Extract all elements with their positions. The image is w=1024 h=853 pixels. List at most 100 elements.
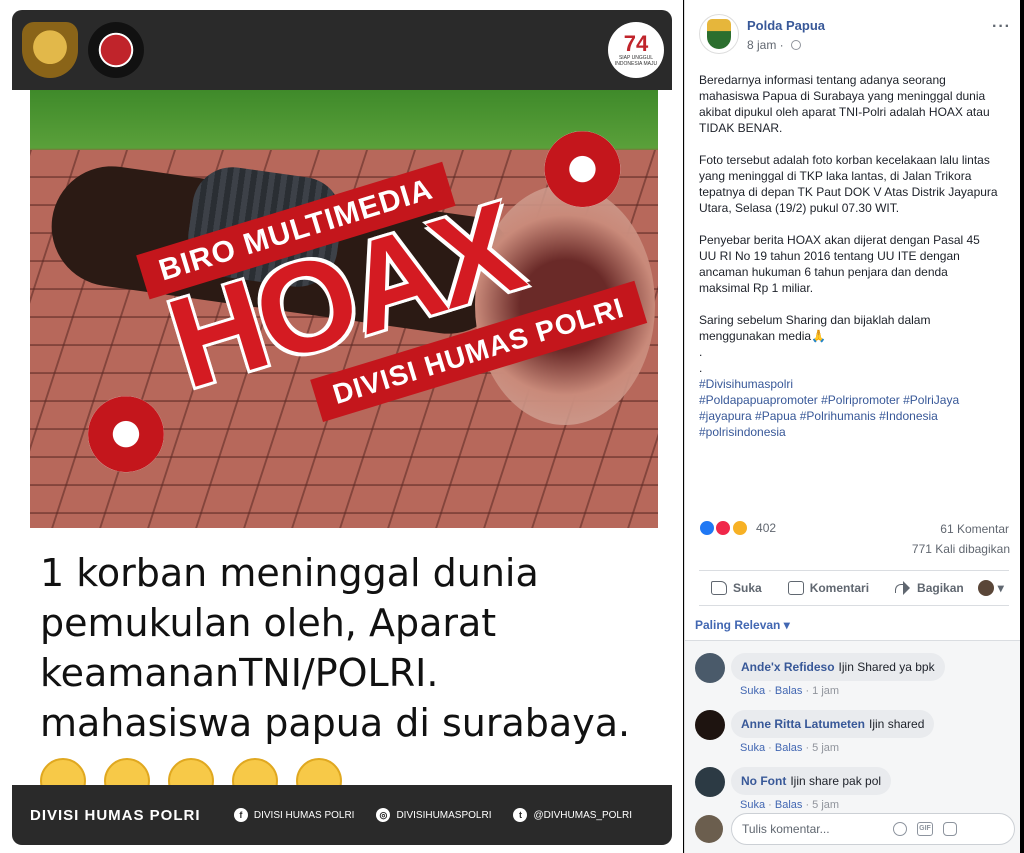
post-action-bar: Suka Komentari Bagikan ▾ — [699, 570, 1009, 606]
chevron-down-icon: ▾ — [783, 618, 790, 632]
comment-bubble: Anne Ritta Latumeten Ijin shared — [731, 710, 935, 738]
speech-bubble-icon — [787, 581, 804, 595]
post-paragraph: Saring sebelum Sharing dan bijaklah dala… — [699, 313, 931, 343]
haha-reaction-icon — [731, 520, 748, 536]
twitter-icon: t — [513, 808, 528, 822]
footer-social-label: DIVISIHUMASPOLRI — [396, 809, 492, 821]
comments-list: Ande'x Refideso Ijin Shared ya bpk Suka ·… — [685, 640, 1024, 853]
footer-social-label: DIVISI HUMAS POLRI — [253, 809, 355, 821]
window-edge — [1020, 0, 1024, 853]
page-avatar[interactable] — [699, 14, 739, 54]
facebook-photo-viewer: 74 SIAP UNGGUL INDONESIA MAJU BIRO MULTI… — [0, 0, 1024, 853]
like-button-label: Suka — [733, 581, 762, 595]
emoji-icon[interactable] — [893, 822, 907, 836]
like-reaction-icon — [699, 520, 715, 536]
caption-line: 1 korban meninggal dunia — [40, 551, 539, 595]
commenter-name[interactable]: Ande'x Refideso — [741, 660, 835, 674]
comment-bubble: No Font Ijin share pak pol — [731, 767, 892, 795]
photo-header-bar: 74 SIAP UNGGUL INDONESIA MAJU — [12, 10, 672, 90]
page-name-link[interactable]: Polda Papua — [747, 18, 825, 33]
love-reaction-icon — [715, 520, 732, 536]
comment-text: Ijin Shared ya bpk — [838, 660, 935, 674]
hashtag-line[interactable]: #jayapura #Papua #Polrihumanis #Indonesi… — [699, 408, 999, 424]
commenter-name[interactable]: No Font — [741, 774, 786, 788]
share-arrow-icon — [895, 581, 911, 595]
footer-brand: DIVISI HUMAS POLRI — [30, 806, 201, 824]
comment-item: Ande'x Refideso Ijin Shared ya bpk Suka ·… — [695, 653, 1015, 703]
footer-social-label: @DIVHUMAS_POLRI — [533, 809, 632, 821]
commenter-avatar[interactable] — [695, 653, 725, 683]
comment-reply-link[interactable]: Balas — [775, 685, 803, 697]
caption-emoji-row — [40, 758, 342, 788]
humas-polri-emblem-icon — [88, 22, 144, 78]
photo-caption: 1 korban meninggal dunia pemukulan oleh,… — [40, 548, 660, 748]
comment-item: Anne Ritta Latumeten Ijin shared Suka · B… — [695, 710, 1015, 760]
sad-face-icon — [232, 758, 278, 788]
post-time-text: 8 jam — [747, 38, 777, 52]
comment-reply-link[interactable]: Balas — [775, 742, 803, 754]
commenter-avatar[interactable] — [695, 710, 725, 740]
comment-time[interactable]: 5 jam — [812, 742, 839, 754]
post-paragraph: Penyebar berita HOAX akan dijerat dengan… — [699, 233, 980, 295]
sad-face-icon — [104, 758, 150, 788]
reactions-summary[interactable]: 402 61 Komentar — [699, 520, 1009, 540]
commenter-name[interactable]: Anne Ritta Latumeten — [741, 717, 865, 731]
comment-time[interactable]: 5 jam — [812, 799, 839, 811]
thumbs-up-icon — [711, 581, 727, 595]
comment-time[interactable]: 1 jam — [812, 685, 839, 697]
sad-face-icon — [40, 758, 86, 788]
footer-social-instagram: ◎ DIVISIHUMASPOLRI — [376, 808, 491, 822]
post-header: Polda Papua 8 jam · ··· — [699, 14, 1019, 58]
comment-meta: Suka · Balas · 5 jam — [740, 742, 840, 754]
badge-74-number: 74 — [623, 31, 649, 56]
comment-meta: Suka · Balas · 5 jam — [740, 799, 840, 811]
sad-face-icon — [168, 758, 214, 788]
sad-face-icon — [296, 758, 342, 788]
comment-item: No Font Ijin share pak pol Suka · Balas ·… — [695, 767, 1015, 817]
post-paragraph: Foto tersebut adalah foto korban kecelak… — [699, 153, 998, 215]
photo-pane[interactable]: 74 SIAP UNGGUL INDONESIA MAJU BIRO MULTI… — [0, 0, 683, 853]
comment-composer: Tulis komentar... GIF — [695, 813, 1015, 847]
user-avatar — [695, 815, 723, 843]
anniversary-74-badge: 74 SIAP UNGGUL INDONESIA MAJU — [608, 22, 664, 78]
sticker-icon[interactable] — [943, 822, 957, 836]
comment-button-label: Komentari — [809, 581, 870, 595]
comment-sort-dropdown[interactable]: Paling Relevan ▾ — [695, 618, 790, 632]
more-options-icon[interactable]: ··· — [992, 18, 1011, 36]
caption-line: keamananTNI/POLRI. — [40, 651, 439, 695]
comment-text: Ijin share pak pol — [790, 774, 882, 788]
comment-meta: Suka · Balas · 1 jam — [740, 685, 840, 697]
globe-icon — [791, 40, 802, 50]
comment-like-link[interactable]: Suka — [740, 685, 765, 697]
like-button[interactable]: Suka — [711, 581, 762, 595]
comment-input[interactable]: Tulis komentar... — [731, 813, 1015, 845]
commenter-avatar[interactable] — [695, 767, 725, 797]
facebook-icon: f — [233, 808, 248, 822]
comment-like-link[interactable]: Suka — [740, 742, 765, 754]
user-avatar — [977, 580, 994, 596]
comment-like-link[interactable]: Suka — [740, 799, 765, 811]
hashtag-line[interactable]: #Divisihumaspolri — [699, 376, 999, 392]
comment-count-link[interactable]: 61 Komentar — [940, 522, 1009, 536]
post-dot: . — [699, 345, 703, 359]
post-timestamp[interactable]: 8 jam · — [747, 38, 802, 52]
reaction-count[interactable]: 402 — [756, 521, 776, 535]
comment-button[interactable]: Komentari — [787, 581, 870, 595]
hashtag-line[interactable]: #Poldapapuapromoter #Polripromoter #Polr… — [699, 392, 999, 408]
hashtag-line[interactable]: #polrisindonesia — [699, 424, 999, 440]
comment-sort-label: Paling Relevan — [695, 618, 781, 632]
chevron-down-icon: ▾ — [997, 581, 1004, 595]
instagram-icon: ◎ — [376, 808, 391, 822]
comment-reply-link[interactable]: Balas — [775, 799, 803, 811]
post-side-panel: Polda Papua 8 jam · ··· Beredarnya infor… — [684, 0, 1024, 853]
photo-footer-bar: DIVISI HUMAS POLRI f DIVISI HUMAS POLRI … — [12, 785, 672, 845]
reaction-identity-selector[interactable]: ▾ — [977, 580, 1004, 596]
footer-social-facebook: f DIVISI HUMAS POLRI — [233, 808, 355, 822]
comment-bubble: Ande'x Refideso Ijin Shared ya bpk — [731, 653, 945, 681]
badge-74-subtitle: SIAP UNGGUL INDONESIA MAJU — [614, 55, 658, 67]
share-button[interactable]: Bagikan — [895, 581, 964, 595]
polri-emblem-icon — [22, 22, 78, 78]
share-count-link[interactable]: 771 Kali dibagikan — [912, 542, 1010, 556]
caption-line: mahasiswa papua di surabaya. — [40, 701, 631, 745]
gif-icon[interactable]: GIF — [917, 822, 933, 836]
